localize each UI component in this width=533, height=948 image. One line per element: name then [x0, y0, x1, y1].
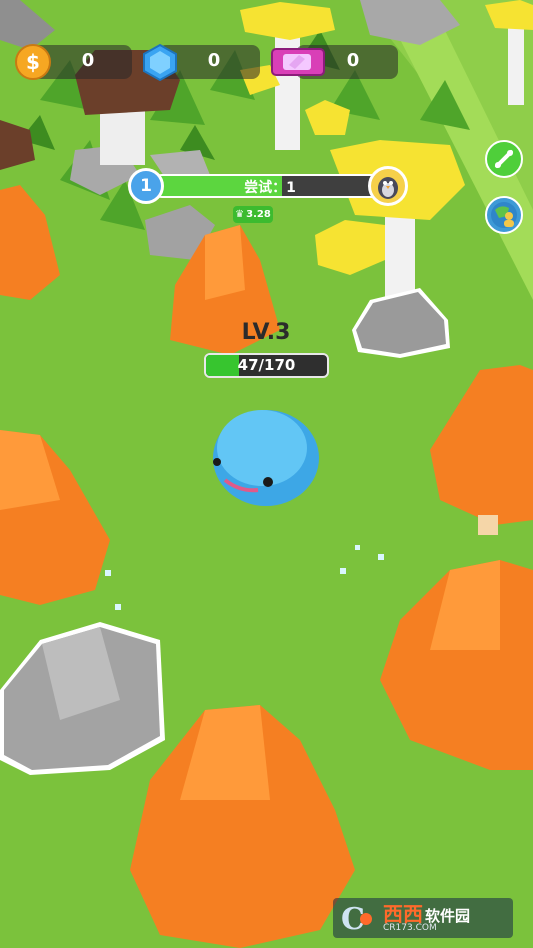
watermark-c-logo-icon: C: [341, 902, 372, 934]
stage-progress: 尝试：1 1: [128, 166, 408, 206]
stage-progress-bar: 尝试：1: [150, 174, 390, 198]
gem-value: 0: [207, 50, 221, 71]
coin-icon: $: [13, 42, 53, 82]
ticket-value: 0: [346, 50, 360, 71]
gem-icon: [140, 42, 180, 82]
attempt-label: 尝试：1: [244, 180, 296, 196]
xp-bar: 47/170: [204, 353, 329, 378]
watermark-logo: C 西西 软件园 CR173.COM: [333, 898, 513, 938]
stage-level-badge: 1: [128, 168, 164, 204]
player-level-label: LV.3: [241, 320, 291, 345]
crown-score-badge: ♛ 3.28: [233, 206, 273, 223]
coin-value: 0: [81, 50, 95, 71]
share-button[interactable]: [485, 140, 523, 178]
watermark-name: 软件园: [425, 906, 471, 925]
game-scene: [0, 0, 533, 948]
watermark-brand: 西西: [383, 901, 423, 926]
crown-value: 3.28: [246, 209, 271, 220]
crown-icon: ♛: [235, 209, 245, 220]
watermark-url: CR173.COM: [383, 922, 437, 933]
friends-globe-icon: [491, 202, 517, 228]
xp-label: 47/170: [237, 356, 296, 374]
friends-button[interactable]: [485, 196, 523, 234]
share-link-icon: [495, 150, 513, 168]
penguin-boss-icon: [378, 177, 398, 199]
svg-text:$: $: [26, 50, 40, 74]
ticket-icon: [268, 42, 328, 82]
boss-avatar: [368, 166, 408, 206]
player-slime: [213, 410, 319, 506]
